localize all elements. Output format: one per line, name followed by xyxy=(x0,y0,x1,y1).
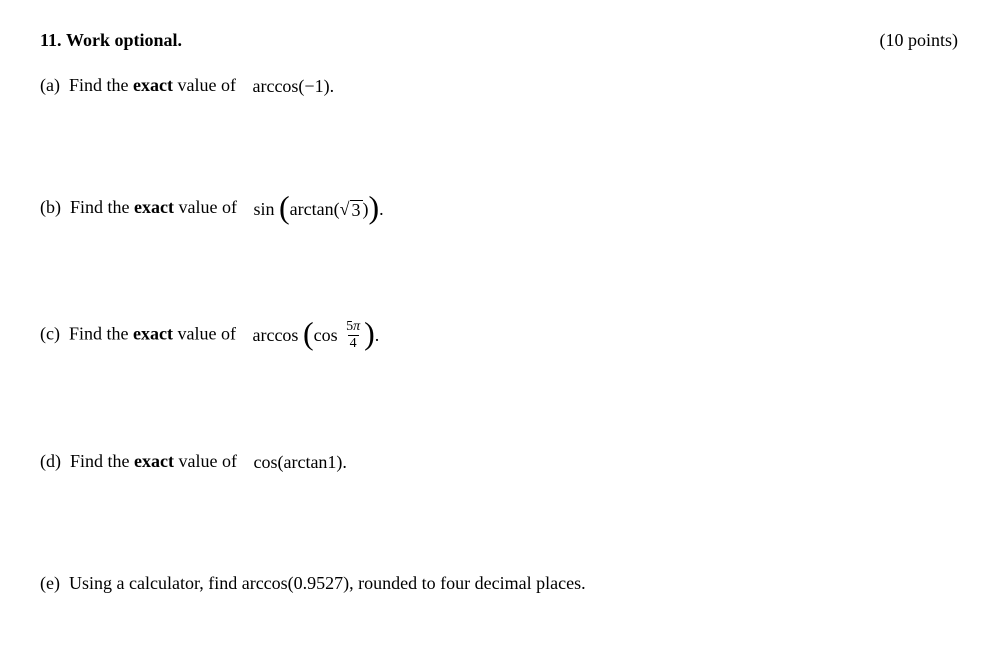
part-b-inner-fn: arctan xyxy=(290,199,334,220)
part-c-bold: exact xyxy=(133,323,173,343)
part-b-outer-fn: sin xyxy=(253,199,274,220)
question-title: Work optional. xyxy=(66,30,182,50)
part-b-expression: sin ( arctan ( √ 3 ) ) . xyxy=(253,199,383,220)
subpart-a: (a) Find the exact value of arccos(−1). xyxy=(40,75,958,97)
question-number-title: 11. Work optional. xyxy=(40,30,182,51)
fraction-denominator: 4 xyxy=(348,335,359,351)
part-e-content: Using a calculator, find arccos(0.9527),… xyxy=(69,573,586,593)
subpart-a-label: (a) xyxy=(40,75,60,95)
part-b-after: value of xyxy=(174,197,237,217)
subpart-b-text: Find the exact value of xyxy=(66,197,242,217)
part-c-end: . xyxy=(375,325,380,346)
part-d-bold: exact xyxy=(134,451,174,471)
part-a-before: Find the xyxy=(69,75,133,95)
subpart-e: (e) Using a calculator, find arccos(0.95… xyxy=(40,573,958,594)
part-c-inner-fn: cos xyxy=(314,325,338,346)
question-points: (10 points) xyxy=(880,30,959,51)
subpart-d-text: Find the exact value of xyxy=(66,451,242,471)
frac-space xyxy=(338,325,343,346)
subpart-b-label: (b) xyxy=(40,197,61,217)
sqrt-symbol: √ xyxy=(340,199,350,220)
sqrt-value: 3 xyxy=(350,200,363,219)
part-b-end: . xyxy=(379,199,384,220)
part-c-after: value of xyxy=(173,323,236,343)
part-a-math: arccos(−1). xyxy=(252,76,334,97)
fraction-5pi-4: 5π 4 xyxy=(344,320,362,351)
part-c-expression: arccos ( cos 5π 4 ) . xyxy=(252,320,379,351)
part-b-before: Find the xyxy=(70,197,134,217)
subpart-c: (c) Find the exact value of arccos ( cos… xyxy=(40,320,958,351)
part-d-expression: cos(arctan1). xyxy=(253,452,346,473)
subpart-c-label: (c) xyxy=(40,323,60,343)
part-a-bold: exact xyxy=(133,75,173,95)
fraction-numerator: 5π xyxy=(344,320,362,335)
part-a-after: value of xyxy=(173,75,236,95)
sqrt-expression: √ 3 xyxy=(340,199,363,220)
subpart-e-text: Using a calculator, find arccos(0.9527),… xyxy=(64,573,585,593)
subpart-b: (b) Find the exact value of sin ( arctan… xyxy=(40,197,958,219)
part-d-math: cos(arctan1). xyxy=(253,452,346,473)
part-c-before: Find the xyxy=(69,323,133,343)
subpart-e-label: (e) xyxy=(40,573,60,593)
part-c-outer-fn: arccos xyxy=(252,325,298,346)
pi-symbol: π xyxy=(353,319,360,334)
part-d-after: value of xyxy=(174,451,237,471)
part-a-expression: arccos(−1). xyxy=(252,76,334,97)
subpart-a-text: Find the exact value of xyxy=(64,75,240,95)
question-header: 11. Work optional. (10 points) xyxy=(40,30,958,51)
subpart-d: (d) Find the exact value of cos(arctan1)… xyxy=(40,451,958,473)
part-b-bold: exact xyxy=(134,197,174,217)
inner-paren-close: ) xyxy=(363,199,369,220)
part-d-before: Find the xyxy=(70,451,134,471)
subpart-d-label: (d) xyxy=(40,451,61,471)
subpart-c-text: Find the exact value of xyxy=(64,323,240,343)
question-number: 11. xyxy=(40,30,62,50)
